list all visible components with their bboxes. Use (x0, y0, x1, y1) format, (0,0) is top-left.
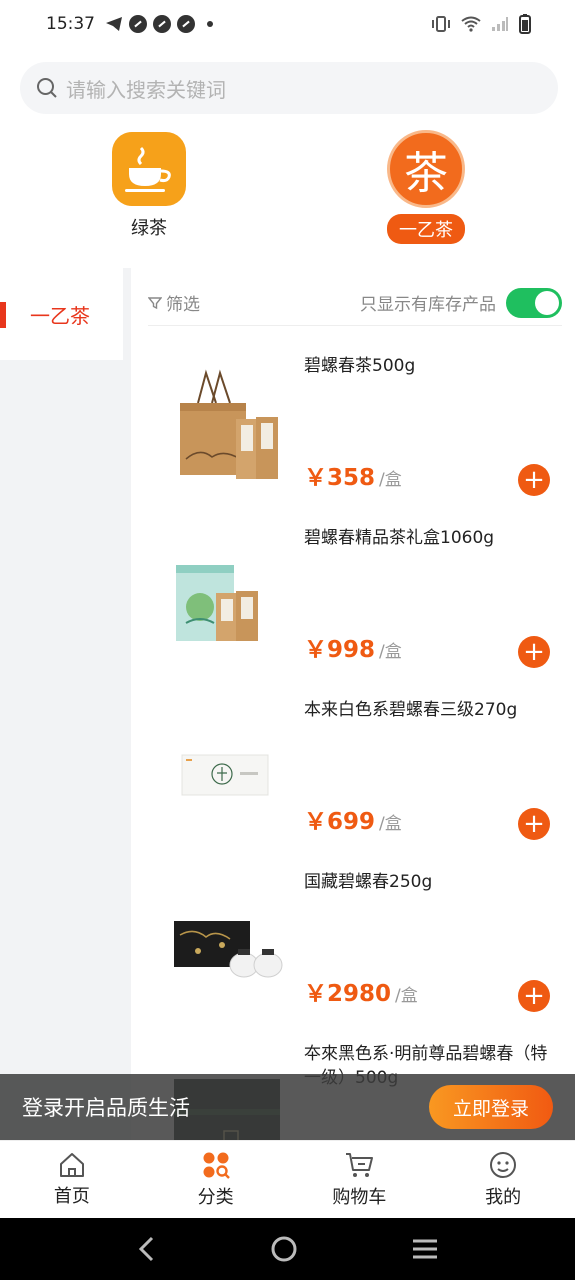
selected-indicator (0, 302, 6, 328)
system-navigation-bar (0, 1218, 575, 1280)
price-value: ￥358 (304, 465, 376, 491)
sidebar-item-label: 一乙茶 (30, 303, 90, 328)
cart-icon (346, 1152, 374, 1177)
product-image (158, 870, 292, 1010)
status-bar: 15:37 (0, 0, 575, 48)
filter-button[interactable]: 筛选 (166, 290, 200, 315)
plus-icon: + (523, 981, 545, 1011)
app-notification-icon (153, 15, 171, 33)
wifi-icon (461, 16, 481, 32)
plus-icon: + (523, 465, 545, 495)
filter-icon (148, 296, 162, 309)
tab-label: 首页 (53, 1185, 90, 1207)
notification-icons (105, 15, 213, 33)
brand-green-tea[interactable]: 绿茶 (100, 132, 198, 240)
back-icon[interactable] (137, 1236, 157, 1262)
tab-home[interactable]: 首页 (0, 1141, 144, 1218)
add-to-cart-button[interactable]: + (518, 980, 550, 1012)
price-unit: /盒 (379, 814, 402, 834)
sidebar-item-yiyi-tea[interactable]: 一乙茶 (0, 268, 123, 360)
search-icon (37, 78, 57, 98)
plus-icon: + (523, 637, 545, 667)
plus-icon: + (523, 809, 545, 839)
stock-only-label: 只显示有库存产品 (360, 295, 496, 315)
product-item[interactable]: 碧螺春茶500g ￥358 /盒 + (148, 354, 562, 526)
tea-cup-icon (112, 132, 186, 206)
recent-apps-icon[interactable] (411, 1237, 439, 1261)
tab-label: 分类 (197, 1186, 234, 1208)
category-sidebar: 一乙茶 (0, 268, 131, 1140)
stock-only-toggle[interactable] (506, 287, 562, 318)
product-price: ￥358 /盒 (304, 458, 402, 492)
add-to-cart-button[interactable]: + (518, 636, 550, 668)
brand-yiyi-tea[interactable]: 茶 一乙茶 (376, 130, 476, 244)
tab-category[interactable]: 分类 (144, 1141, 288, 1218)
tab-cart[interactable]: 购物车 (288, 1141, 432, 1218)
tea-character-icon: 茶 (387, 130, 465, 208)
product-image (158, 526, 292, 666)
login-banner: 登录开启品质生活 立即登录 (0, 1074, 575, 1140)
product-name: 国藏碧螺春250g (304, 872, 433, 892)
home-circle-icon[interactable] (270, 1235, 298, 1263)
product-price: ￥2980 /盒 (304, 974, 418, 1008)
product-name: 本来白色系碧螺春三级270g (304, 700, 518, 720)
product-name: 碧螺春茶500g (304, 356, 416, 376)
add-to-cart-button[interactable]: + (518, 464, 550, 496)
login-prompt-text: 登录开启品质生活 (22, 1096, 190, 1120)
filter-row: 筛选 只显示有库存产品 (148, 280, 562, 326)
more-notifications-icon (207, 21, 213, 27)
tab-profile[interactable]: 我的 (431, 1141, 575, 1218)
tab-label: 购物车 (332, 1186, 387, 1208)
price-value: ￥998 (304, 637, 376, 663)
product-name: 碧螺春精品茶礼盒1060g (304, 528, 495, 548)
add-to-cart-button[interactable]: + (518, 808, 550, 840)
brand-label: 一乙茶 (387, 214, 465, 244)
bottom-tab-bar: 首页 分类 购物车 我的 (0, 1140, 575, 1218)
vibrate-icon (432, 16, 450, 32)
telegram-icon (106, 17, 122, 31)
signal-icon (492, 17, 508, 31)
price-unit: /盒 (379, 642, 402, 662)
brand-label: 绿茶 (131, 218, 167, 239)
battery-icon (519, 14, 531, 34)
home-icon (59, 1152, 84, 1177)
app-notification-icon (129, 15, 147, 33)
price-unit: /盒 (395, 986, 418, 1006)
status-time: 15:37 (46, 14, 95, 34)
product-item[interactable]: 碧螺春精品茶礼盒1060g ￥998 /盒 + (148, 526, 562, 698)
product-price: ￥998 /盒 (304, 630, 402, 664)
search-input[interactable]: 请输入搜索关键词 (20, 62, 558, 114)
app-notification-icon (177, 15, 195, 33)
price-value: ￥699 (304, 809, 376, 835)
price-unit: /盒 (379, 470, 402, 490)
product-item[interactable]: 本来白色系碧螺春三级270g ￥699 /盒 + (148, 698, 562, 870)
category-icon (203, 1152, 230, 1179)
tab-label: 我的 (485, 1186, 522, 1208)
product-price: ￥699 /盒 (304, 802, 402, 836)
search-placeholder: 请输入搜索关键词 (66, 77, 226, 102)
profile-icon (490, 1151, 517, 1178)
product-image (158, 698, 292, 838)
login-button[interactable]: 立即登录 (429, 1085, 553, 1129)
product-item[interactable]: 国藏碧螺春250g ￥2980 /盒 + (148, 870, 562, 1042)
product-image (158, 354, 292, 494)
price-value: ￥2980 (304, 981, 392, 1007)
